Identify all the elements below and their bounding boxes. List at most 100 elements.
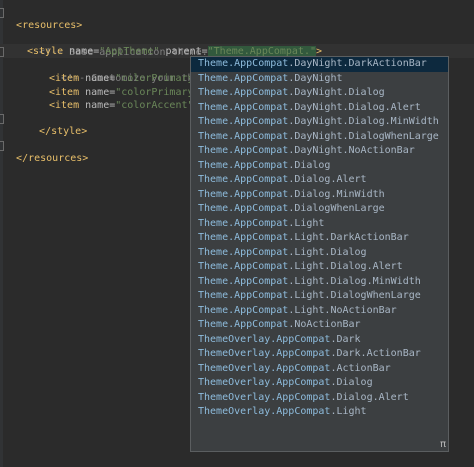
xml-attr: name=	[79, 73, 116, 84]
completion-item[interactable]: Theme.AppCompat.Light.Dialog.Alert	[191, 260, 448, 275]
completion-item-rest: .Dark	[330, 333, 361, 345]
completion-item-match: Theme.AppCompat	[198, 290, 289, 301]
completion-item-rest: .Light.DialogWhenLarge	[288, 290, 421, 301]
completion-item-match: ThemeOverlay.AppCompat	[198, 362, 331, 374]
code-line-resources-close[interactable]: </resources>	[4, 139, 88, 164]
completion-item-match: ThemeOverlay.AppCompat	[198, 391, 331, 403]
completion-item-rest: .Light	[288, 217, 325, 229]
completion-item-rest: .DialogWhenLarge	[288, 203, 385, 214]
completion-item-rest: .Dialog.MinWidth	[288, 188, 385, 200]
completion-item-match: Theme.AppCompat	[198, 159, 289, 171]
completion-item[interactable]: Theme.AppCompat.DayNight	[191, 72, 448, 87]
completion-popup[interactable]: Theme.AppCompat.DayNight.DarkActionBar Th…	[190, 56, 449, 452]
completion-item-rest: .Light.NoActionBar	[288, 304, 397, 316]
completion-item-match: Theme.AppCompat	[198, 275, 289, 287]
completion-item-rest: .Dialog.Alert	[288, 174, 367, 185]
completion-item[interactable]: Theme.AppCompat.Light	[191, 217, 448, 232]
completion-item-rest: .Dialog	[288, 159, 331, 171]
completion-item-match: Theme.AppCompat	[198, 130, 289, 142]
completion-item-rest: .DayNight.DialogWhenLarge	[288, 130, 439, 142]
completion-item[interactable]: ThemeOverlay.AppCompat.Dialog	[191, 376, 448, 391]
completion-item-rest: .DayNight.Dialog.Alert	[288, 101, 421, 113]
completion-item-match: Theme.AppCompat	[198, 304, 289, 316]
completion-item[interactable]: ThemeOverlay.AppCompat.Dark	[191, 333, 448, 348]
completion-item-rest: .NoActionBar	[288, 319, 361, 330]
completion-item[interactable]: Theme.AppCompat.DialogWhenLarge	[191, 202, 448, 217]
code-line-item-accent[interactable]: <item name="colorAccent">	[49, 99, 200, 112]
completion-item-match: Theme.AppCompat	[198, 101, 289, 113]
completion-item-rest: .Light.DarkActionBar	[288, 232, 409, 243]
completion-item-rest: .DayNight	[288, 72, 343, 84]
xml-attr: name=	[79, 100, 116, 111]
completion-item-match: ThemeOverlay.AppCompat	[198, 348, 331, 359]
completion-item[interactable]: Theme.AppCompat.DayNight.Dialog.MinWidth	[191, 115, 448, 130]
completion-item-rest: .DayNight.NoActionBar	[288, 145, 415, 156]
completion-item[interactable]: ThemeOverlay.AppCompat.Dialog.Alert	[191, 391, 448, 406]
completion-item-rest: .Light.Dialog.MinWidth	[288, 275, 421, 287]
completion-item-rest: .Light.Dialog	[288, 246, 367, 258]
completion-item[interactable]: Theme.AppCompat.Light.Dialog.MinWidth	[191, 275, 448, 290]
completion-item[interactable]: Theme.AppCompat.DayNight.DialogWhenLarge	[191, 130, 448, 145]
fold-marker[interactable]	[0, 114, 4, 124]
xml-tag: <resources>	[16, 20, 83, 31]
completion-item-match: Theme.AppCompat	[198, 116, 289, 127]
completion-item-match: Theme.AppCompat	[198, 145, 289, 156]
completion-item-rest: .DayNight.Dialog	[288, 87, 385, 98]
completion-item-match: Theme.AppCompat	[198, 203, 289, 214]
xml-value: "colorAccent">	[115, 100, 200, 111]
completion-item-rest: .Dialog.Alert	[330, 391, 409, 403]
completion-item-rest: .Dialog	[330, 377, 373, 388]
completion-item[interactable]: Theme.AppCompat.Light.NoActionBar	[191, 304, 448, 319]
pi-icon[interactable]: π	[440, 439, 446, 450]
completion-item-match: Theme.AppCompat	[198, 87, 289, 98]
completion-item-rest: .Dark.ActionBar	[330, 348, 421, 359]
completion-item-match: Theme.AppCompat	[198, 217, 289, 229]
code-line-style-close[interactable]: </style>	[27, 112, 87, 137]
xml-tag: <style	[27, 46, 64, 57]
xml-tag: </style>	[39, 126, 88, 137]
completion-item-match: Theme.AppCompat	[198, 58, 289, 69]
completion-item[interactable]: Theme.AppCompat.DayNight.Dialog	[191, 86, 448, 101]
completion-item-match: Theme.AppCompat	[198, 232, 289, 243]
completion-item-match: ThemeOverlay.AppCompat	[198, 333, 331, 345]
fold-marker[interactable]	[0, 47, 4, 57]
xml-tag: <item	[49, 73, 80, 84]
completion-item[interactable]: Theme.AppCompat.Dialog	[191, 159, 448, 174]
completion-item[interactable]: Theme.AppCompat.DayNight.Dialog.Alert	[191, 101, 448, 116]
completion-item[interactable]: Theme.AppCompat.Light.DialogWhenLarge	[191, 289, 448, 304]
completion-item[interactable]: Theme.AppCompat.DayNight.DarkActionBar	[191, 57, 448, 72]
fold-marker[interactable]	[0, 141, 4, 151]
completion-item-match: ThemeOverlay.AppCompat	[198, 377, 331, 388]
completion-item[interactable]: ThemeOverlay.AppCompat.Light	[191, 405, 448, 420]
code-line-resources-open[interactable]: <resources>	[4, 6, 82, 31]
completion-item-rest: .DayNight.DarkActionBar	[288, 58, 427, 69]
xml-tag: </resources>	[16, 153, 89, 164]
xml-tag: <item	[49, 100, 80, 111]
completion-item[interactable]: Theme.AppCompat.DayNight.NoActionBar	[191, 144, 448, 159]
completion-item[interactable]: Theme.AppCompat.Light.Dialog	[191, 246, 448, 261]
fold-marker[interactable]	[0, 8, 4, 18]
completion-item-match: Theme.AppCompat	[198, 319, 289, 330]
completion-item[interactable]: Theme.AppCompat.Dialog.Alert	[191, 173, 448, 188]
completion-item[interactable]: Theme.AppCompat.NoActionBar	[191, 318, 448, 333]
completion-item-rest: .Light.Dialog.Alert	[288, 261, 403, 272]
xml-attr: name=	[63, 46, 100, 57]
completion-item[interactable]: Theme.AppCompat.Light.DarkActionBar	[191, 231, 448, 246]
code-line-item-primary[interactable]: <item name="colorPrimary">	[49, 72, 206, 85]
completion-item-match: Theme.AppCompat	[198, 246, 289, 258]
completion-item-match: Theme.AppCompat	[198, 261, 289, 272]
completion-item-rest: .ActionBar	[330, 362, 391, 374]
code-line-item-primary-dark[interactable]: <item name="colorPrimaryDa	[49, 86, 206, 99]
completion-item[interactable]: ThemeOverlay.AppCompat.Dark.ActionBar	[191, 347, 448, 362]
completion-item-match: ThemeOverlay.AppCompat	[198, 406, 331, 417]
xml-value: "AppTheme"	[99, 46, 160, 57]
completion-item[interactable]: Theme.AppCompat.Dialog.MinWidth	[191, 188, 448, 203]
xml-tag: <item	[49, 87, 80, 98]
completion-item-rest: .Light	[330, 406, 367, 417]
code-line-comment-customize[interactable]: <!-- Customize your theme	[49, 59, 212, 84]
completion-item-rest: .DayNight.Dialog.MinWidth	[288, 116, 439, 127]
completion-item-match: Theme.AppCompat	[198, 188, 289, 200]
completion-item-match: Theme.AppCompat	[198, 174, 289, 185]
completion-list[interactable]: Theme.AppCompat.DayNight.DarkActionBar Th…	[191, 57, 448, 420]
completion-item[interactable]: ThemeOverlay.AppCompat.ActionBar	[191, 362, 448, 377]
